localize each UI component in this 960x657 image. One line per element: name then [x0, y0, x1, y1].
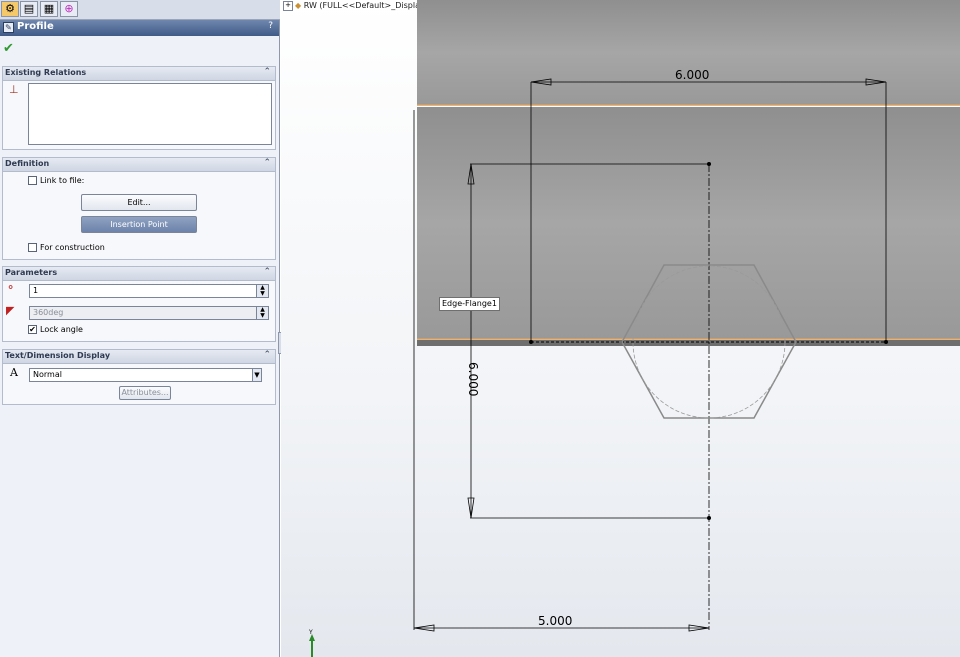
flange-thickness — [417, 340, 960, 346]
flange-face-upper[interactable] — [417, 0, 960, 105]
edge-flange-tooltip: Edge-Flange1 — [439, 297, 500, 311]
dimension-bottom-label[interactable]: 5.000 — [538, 614, 572, 628]
dimension-top-label[interactable]: 6.000 — [675, 68, 709, 82]
sketch-point[interactable] — [529, 340, 533, 344]
sketch-point — [707, 162, 711, 166]
sketch-canvas: 6.000 6.000 5.000 Y — [308, 0, 960, 657]
dimension-left-label[interactable]: 6.000 — [466, 362, 480, 396]
sketch-point[interactable] — [884, 340, 888, 344]
axis-triad-label: Y — [308, 629, 313, 636]
sketch-point — [707, 516, 711, 520]
